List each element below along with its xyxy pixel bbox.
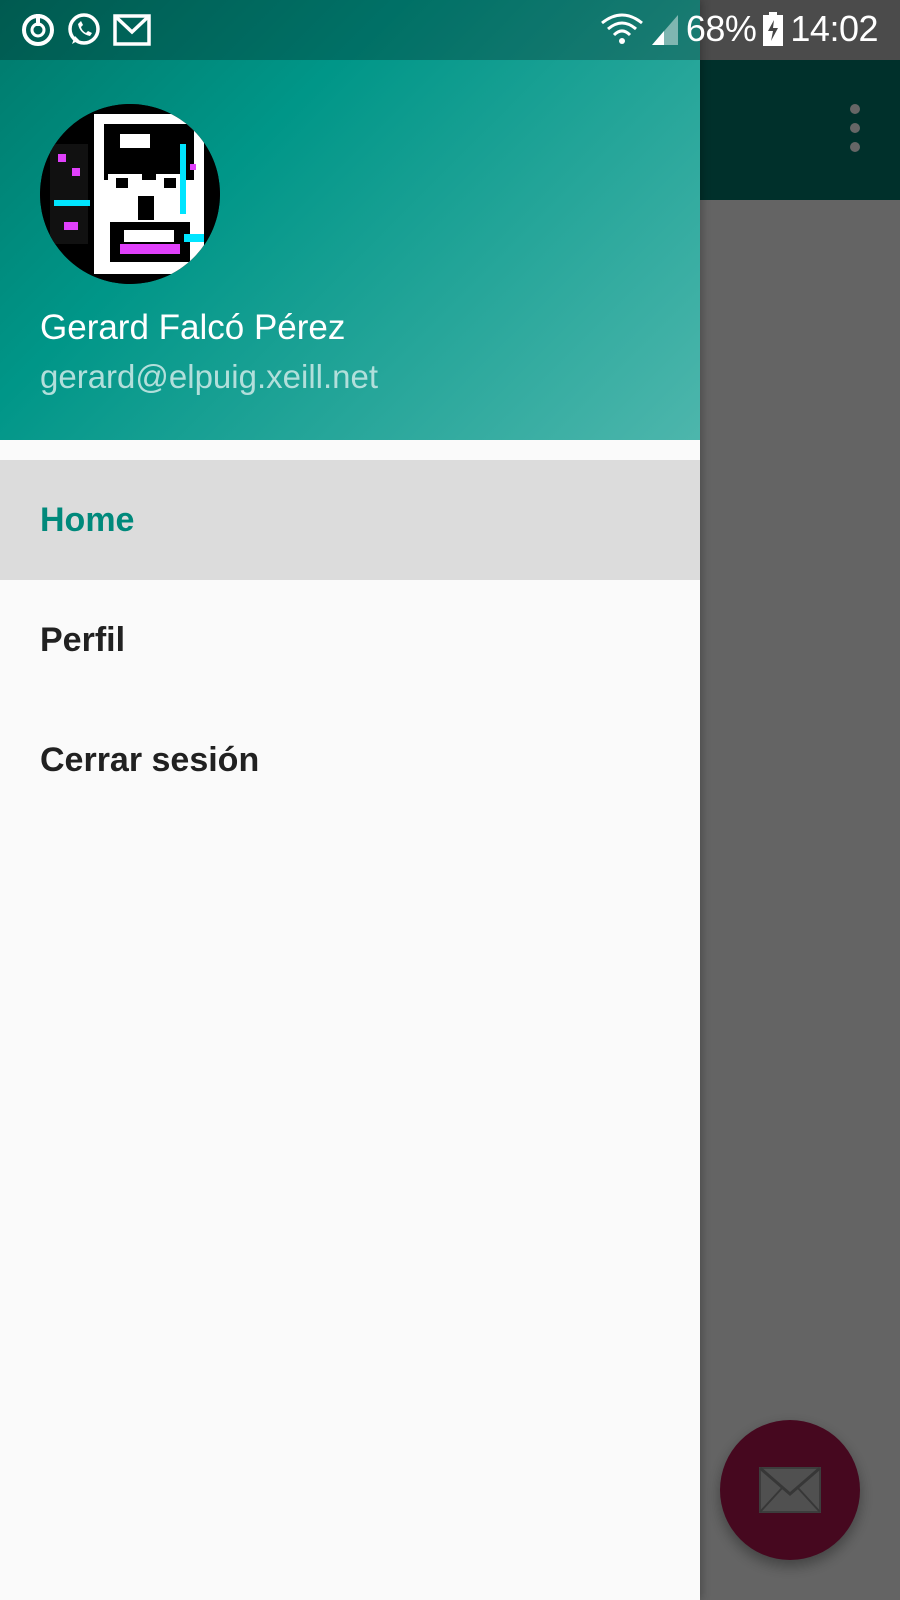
status-time: 14:02 [790,8,878,49]
user-name: Gerard Falcó Pérez [40,308,346,347]
menu-item-perfil[interactable]: Perfil [0,580,700,700]
sync-icon [22,14,54,46]
avatar-image [40,104,220,284]
menu-item-label: Cerrar sesión [40,740,260,779]
menu-item-cerrar-sesion[interactable]: Cerrar sesión [0,700,700,820]
menu-item-label: Perfil [40,620,126,659]
drawer-menu: Home Perfil Cerrar sesión [0,460,700,820]
wifi-icon [600,13,643,44]
menu-item-label: Home [40,500,135,539]
battery-icon [763,12,784,46]
avatar[interactable] [40,104,220,284]
battery-percentage: 68% [685,8,757,49]
gmail-icon [113,14,151,46]
menu-item-home[interactable]: Home [0,460,700,580]
navigation-drawer: Gerard Falcó Pérez gerard@elpuig.xeill.n… [0,0,700,1600]
whatsapp-icon [68,13,100,45]
status-bar: 68% 14:02 [0,0,900,60]
signal-icon [651,15,678,45]
user-email: gerard@elpuig.xeill.net [40,358,379,395]
drawer-header: Gerard Falcó Pérez gerard@elpuig.xeill.n… [0,0,700,440]
